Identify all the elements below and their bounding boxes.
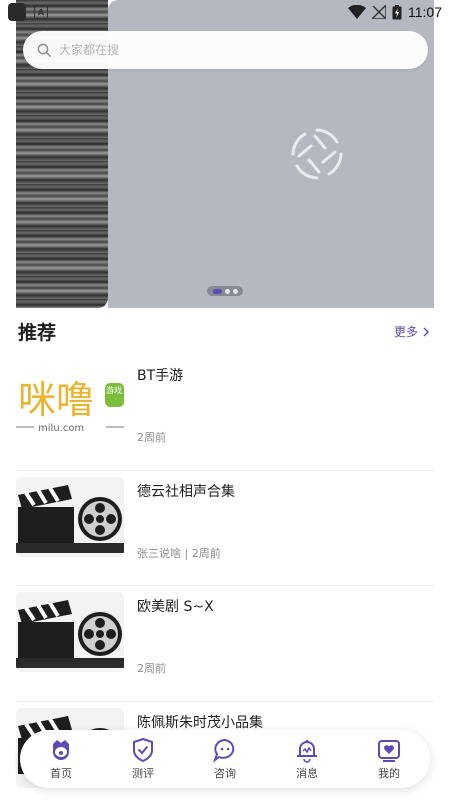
bell-icon [297, 740, 317, 763]
item-meta: 2周前 [137, 431, 166, 444]
nav-item-profile[interactable]: 我的 [354, 737, 424, 781]
search-input[interactable] [59, 43, 379, 57]
heart-profile-icon [378, 740, 400, 762]
item-title: BT手游 [137, 368, 184, 384]
search-bar[interactable] [23, 31, 428, 69]
film-clapper-icon [16, 592, 124, 672]
nav-item-home[interactable]: 首页 [26, 737, 96, 781]
search-icon [37, 43, 51, 57]
bottom-nav: 首页 测评 咨询 消息 我的 [20, 730, 430, 788]
app-notification-icon [8, 3, 26, 21]
svg-text:milu.com: milu.com [38, 423, 84, 434]
list-item[interactable]: 德云社相声合集 张三说啥 | 2周前 [16, 471, 434, 586]
chevron-right-icon [423, 327, 429, 336]
nav-label: 我的 [378, 767, 400, 780]
more-link[interactable]: 更多 [394, 323, 430, 340]
home-face-icon [53, 740, 69, 760]
item-meta: 2周前 [137, 662, 166, 675]
chat-bubble-icon [213, 738, 235, 763]
wifi-icon [348, 5, 366, 19]
carousel-dot-active [212, 288, 222, 294]
status-time: 11:07 [408, 4, 442, 20]
a-notification-icon: A [34, 5, 48, 19]
svg-text:咪噜: 咪噜 [18, 378, 94, 422]
nav-item-messages[interactable]: 消息 [272, 737, 342, 781]
section-title: 推荐 [18, 322, 57, 344]
battery-charging-icon [392, 4, 402, 19]
more-label: 更多 [393, 325, 418, 339]
nav-label: 咨询 [214, 767, 236, 780]
nav-item-review[interactable]: 测评 [108, 737, 178, 781]
nav-item-consult[interactable]: 咨询 [190, 737, 260, 781]
no-signal-icon [372, 5, 386, 19]
item-meta: 张三说啥 | 2周前 [137, 546, 221, 560]
nav-label: 测评 [132, 767, 154, 780]
item-title: 德云社相声合集 [137, 483, 235, 500]
item-title: 陈佩斯朱时茂小品集 [137, 714, 263, 731]
nav-label: 消息 [296, 767, 318, 780]
shield-check-icon [133, 737, 153, 763]
item-title: 欧美剧 S~X [137, 599, 214, 615]
carousel-indicator [207, 286, 243, 296]
list-item[interactable]: 欧美剧 S~X 2周前 [16, 586, 434, 702]
carousel-dot [232, 288, 238, 294]
nav-label: 首页 [50, 767, 72, 780]
status-bar: A 11:07 [0, 0, 450, 24]
film-clapper-icon [16, 476, 124, 557]
svg-text:游戏: 游戏 [106, 385, 122, 395]
milu-logo-thumbnail: 咪噜 游戏 milu.com [16, 361, 124, 441]
carousel-dot [224, 288, 230, 294]
milu-logo: 咪噜 游戏 milu.com [16, 378, 124, 434]
loading-spinner-icon [291, 128, 343, 180]
list-item[interactable]: 咪噜 游戏 milu.com BT手游 2周前 [16, 355, 434, 471]
